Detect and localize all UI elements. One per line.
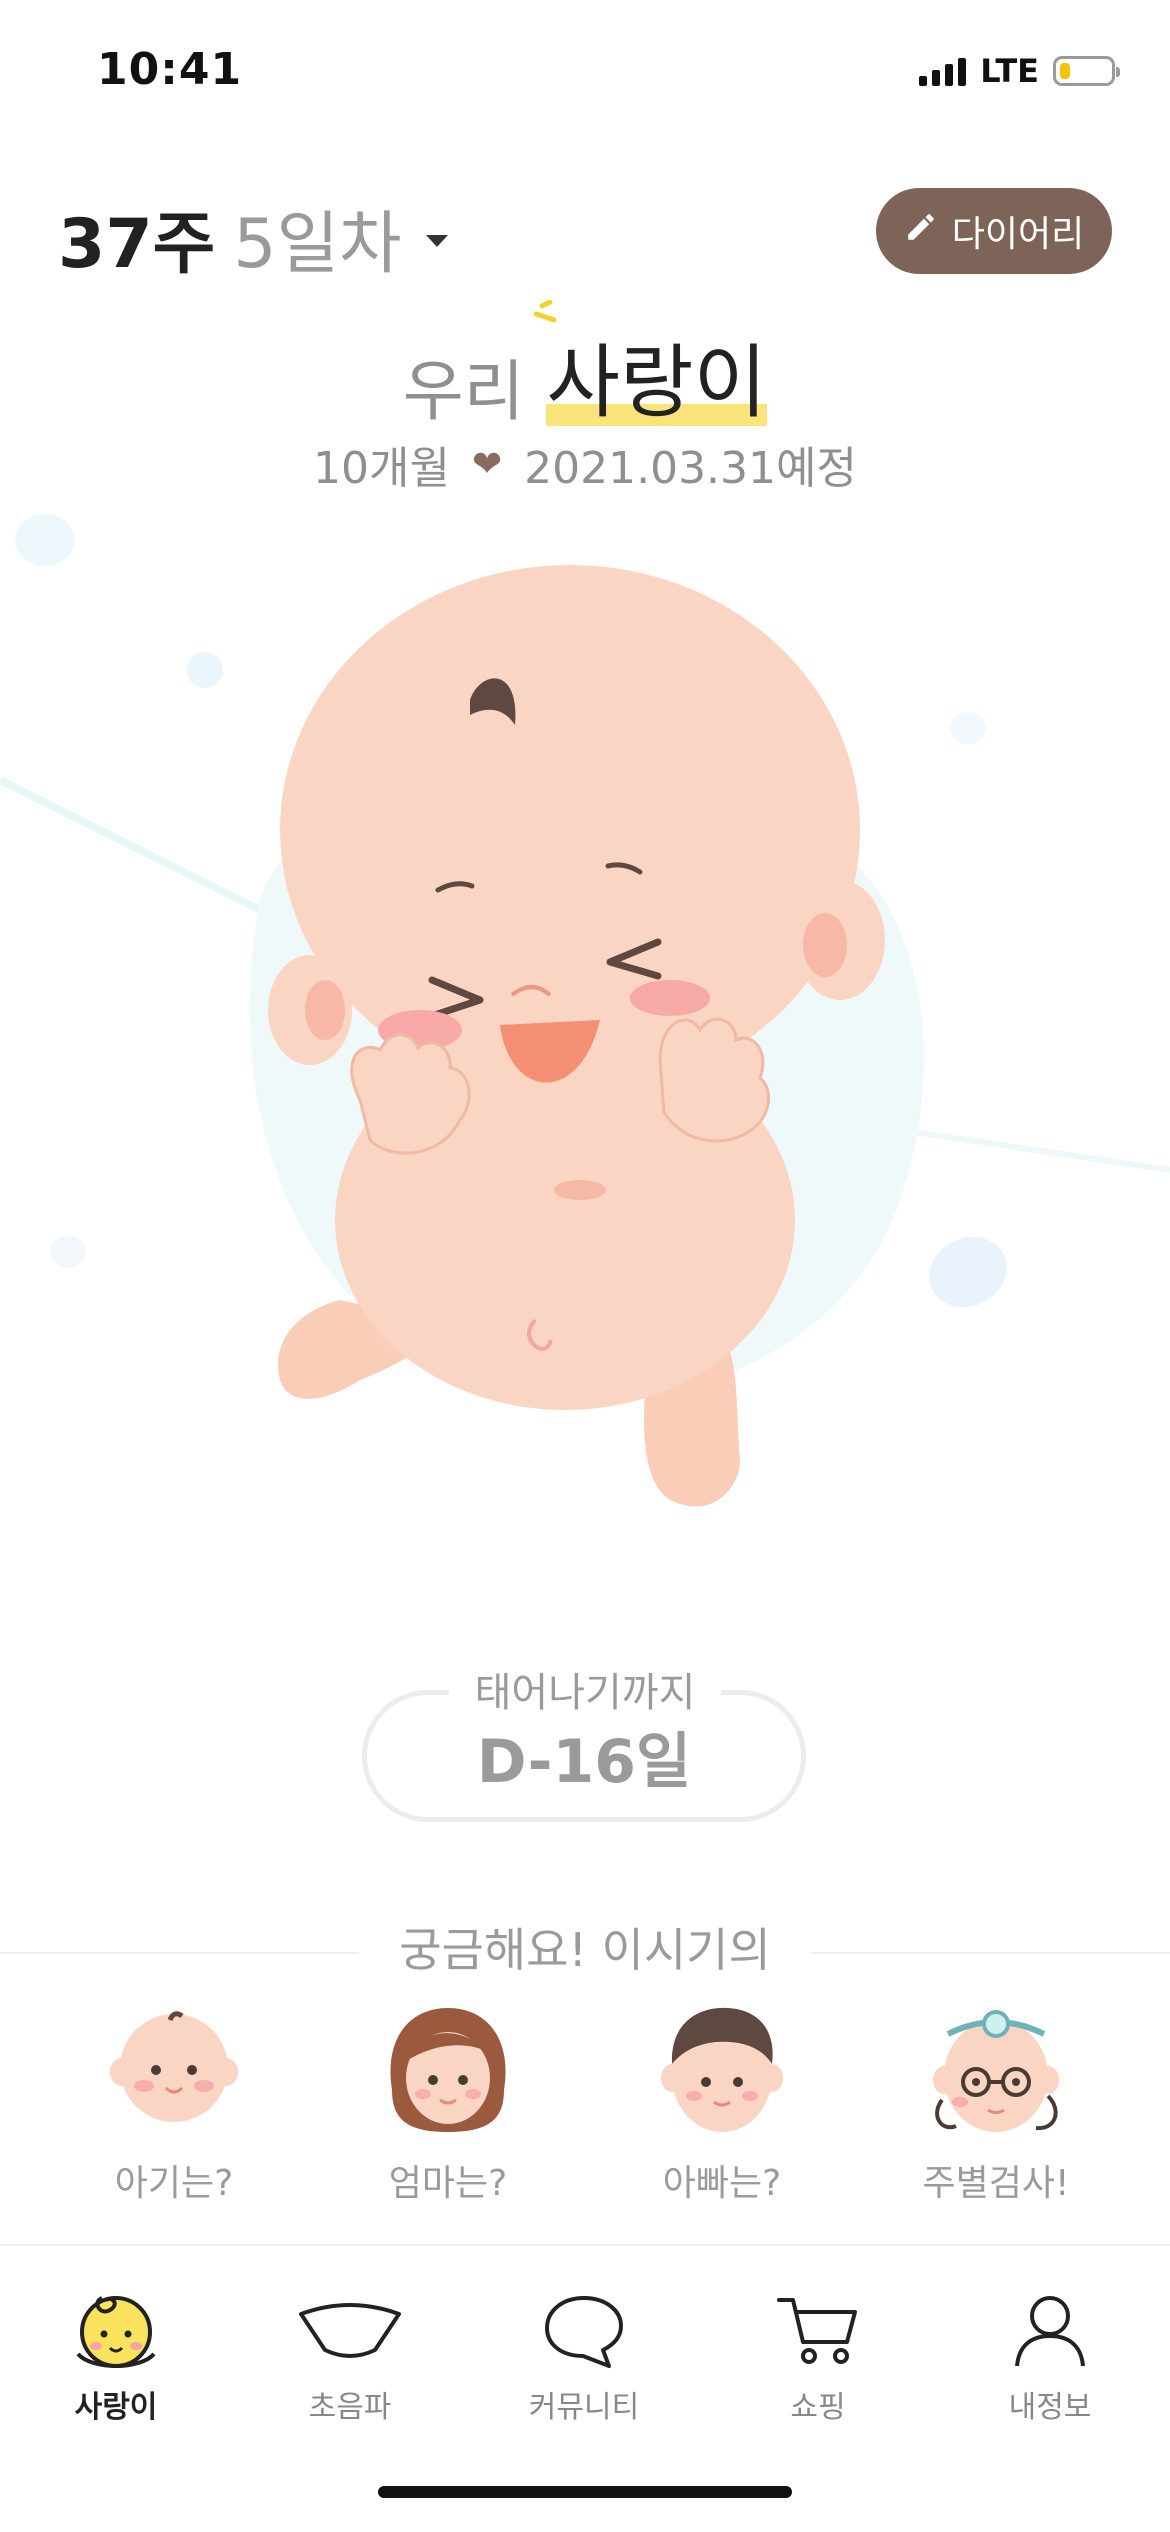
tab-label: 커뮤니티 (528, 2390, 640, 2425)
section-title-wrap: 궁금해요! 이시기의 (0, 1914, 1170, 1980)
curious-item-baby[interactable]: 아기는? (74, 2000, 274, 2206)
status-indicators: LTE (919, 52, 1120, 90)
pencil-icon (904, 210, 938, 253)
week-selector[interactable]: 37주 5일차 (58, 188, 448, 287)
network-label: LTE (980, 52, 1039, 90)
baby-face-icon (110, 2011, 238, 2122)
decor-bubble-5 (929, 1236, 1007, 1308)
decor-bubble-2 (187, 652, 223, 688)
left-ear-inner (305, 980, 345, 1040)
decor-line-right (899, 1127, 1170, 1173)
diary-button-label: 다이어리 (951, 214, 1085, 255)
curious-item-label: 주별검사! (922, 2163, 1070, 2204)
decor-bubble-3 (950, 712, 986, 744)
caret-down-icon (425, 234, 448, 247)
mom-face-icon (390, 2008, 506, 2132)
week-number: 37주 (58, 205, 216, 284)
title-prefix: 우리 (402, 353, 525, 430)
curious-item-label: 아기는? (114, 2163, 234, 2204)
curious-item-label: 아빠는? (662, 2163, 782, 2204)
baby-tab-icon (76, 2296, 156, 2368)
tab-ultrasound[interactable]: 초음파 (250, 2290, 450, 2426)
ultrasound-icon (299, 2303, 401, 2358)
battery-icon (1053, 56, 1120, 86)
baby-illustration (0, 514, 1170, 1507)
curious-item-checkup[interactable]: 주별검사! (896, 2000, 1096, 2206)
due-date: 2021.03.31예정 (524, 443, 857, 494)
dad-face-icon (661, 2007, 783, 2132)
right-cheek (630, 980, 710, 1016)
baby-name: 사랑이 (533, 300, 768, 434)
signal-icon (919, 56, 967, 86)
cart-icon (777, 2298, 857, 2364)
tab-label: 내정보 (1008, 2390, 1092, 2425)
section-title: 궁금해요! 이시기의 (359, 1923, 811, 1977)
tab-my-info[interactable]: 내정보 (950, 2290, 1150, 2426)
curious-item-mom[interactable]: 엄마는? (348, 2000, 548, 2206)
chest-shade (554, 1180, 606, 1200)
person-icon (1015, 2296, 1085, 2367)
tabbar-divider (0, 2244, 1170, 2246)
baby-info: 10개월 ❤ 2021.03.31예정 (0, 432, 1170, 496)
tab-shopping[interactable]: 쇼핑 (718, 2290, 918, 2426)
week-day: 5일차 (233, 205, 402, 284)
tab-sarangi[interactable]: 사랑이 (16, 2290, 216, 2426)
baby-head (280, 565, 860, 1095)
heart-icon: ❤ (471, 443, 503, 485)
status-time: 10:41 (97, 44, 243, 95)
decor-bubble-4 (50, 1236, 86, 1268)
diary-button[interactable]: 다이어리 (876, 188, 1112, 274)
dday-value: D-16일 (476, 1726, 692, 1797)
home-indicator (378, 2486, 792, 2498)
curious-item-dad[interactable]: 아빠는? (622, 2000, 822, 2206)
battery-fill (1060, 63, 1071, 79)
doctor-face-icon (933, 2010, 1059, 2132)
baby-months: 10개월 (312, 443, 450, 494)
right-ear-inner (803, 913, 847, 977)
decor-bubble-1 (15, 514, 75, 566)
dday-label-wrap: 태어나기까지 (0, 1660, 1170, 1718)
sparkle-icon (533, 300, 557, 323)
chat-bubble-icon (545, 2296, 623, 2368)
tab-community[interactable]: 커뮤니티 (484, 2290, 684, 2426)
dday-label: 태어나기까지 (448, 1670, 722, 1716)
tab-label: 쇼핑 (790, 2390, 846, 2425)
baby-name-text: 사랑이 (546, 336, 768, 429)
tab-label: 사랑이 (74, 2390, 158, 2425)
tab-label: 초음파 (308, 2390, 392, 2425)
curious-item-label: 엄마는? (388, 2163, 508, 2204)
baby-title: 우리 사랑이 (0, 300, 1170, 434)
